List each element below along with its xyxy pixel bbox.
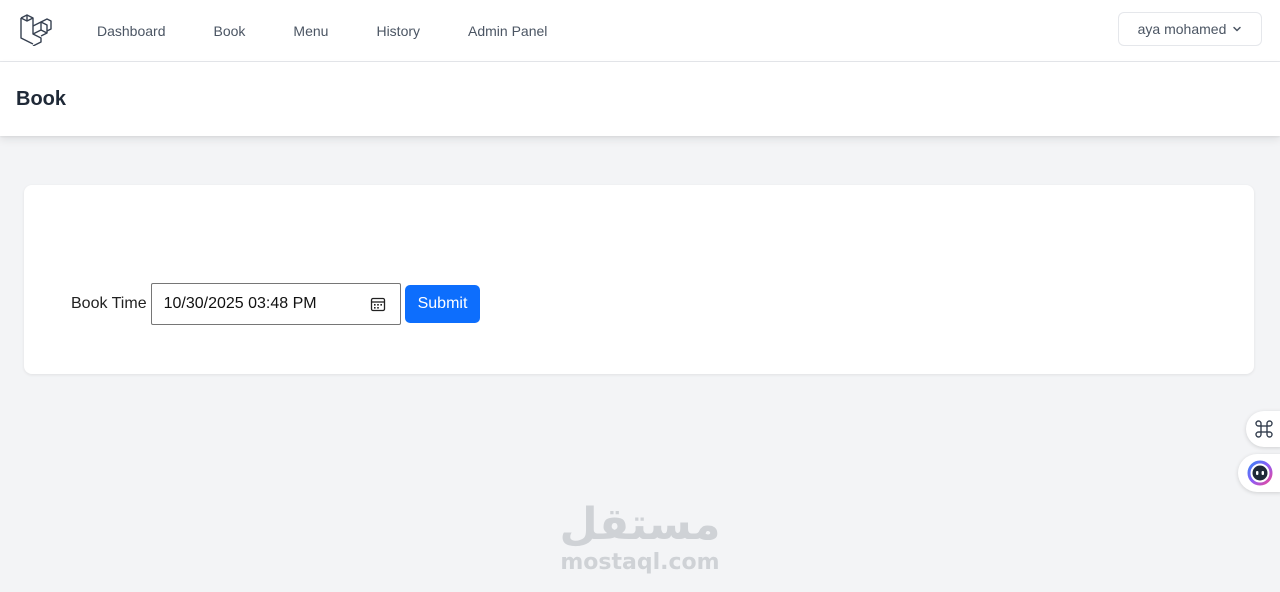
nav-link-dashboard[interactable]: Dashboard	[97, 23, 166, 39]
calendar-icon[interactable]	[370, 296, 386, 312]
laravel-logo-icon[interactable]	[18, 12, 52, 47]
command-icon	[1255, 420, 1273, 438]
watermark: مستقل mostaql.com	[540, 500, 740, 576]
assistant-button[interactable]	[1238, 454, 1280, 492]
nav-link-admin-panel[interactable]: Admin Panel	[468, 23, 547, 39]
submit-button[interactable]: Submit	[404, 285, 481, 323]
watermark-latin: mostaql.com	[560, 550, 720, 575]
page-header: Book	[0, 62, 1280, 136]
chevron-down-icon	[1233, 26, 1242, 32]
top-navigation: Dashboard Book Menu History Admin Panel …	[0, 0, 1280, 62]
nav-link-menu[interactable]: Menu	[293, 23, 328, 39]
booking-card: Book Time 10/30/2025 03:48 PM Submit	[24, 185, 1254, 374]
nav-link-book[interactable]: Book	[214, 23, 246, 39]
assistant-icon	[1247, 460, 1273, 486]
nav-link-history[interactable]: History	[376, 23, 420, 39]
page-title: Book	[16, 88, 66, 110]
user-menu-button[interactable]: aya mohamed	[1118, 12, 1262, 46]
nav-links: Dashboard Book Menu History Admin Panel	[97, 0, 595, 61]
book-time-value: 10/30/2025 03:48 PM	[163, 295, 317, 312]
command-shortcut-button[interactable]	[1246, 411, 1280, 447]
watermark-arabic: مستقل	[559, 499, 721, 550]
user-name: aya mohamed	[1137, 21, 1227, 37]
book-time-input[interactable]: 10/30/2025 03:48 PM	[150, 283, 401, 325]
booking-form: Book Time 10/30/2025 03:48 PM Submit	[71, 283, 481, 325]
book-time-label: Book Time	[71, 295, 147, 312]
